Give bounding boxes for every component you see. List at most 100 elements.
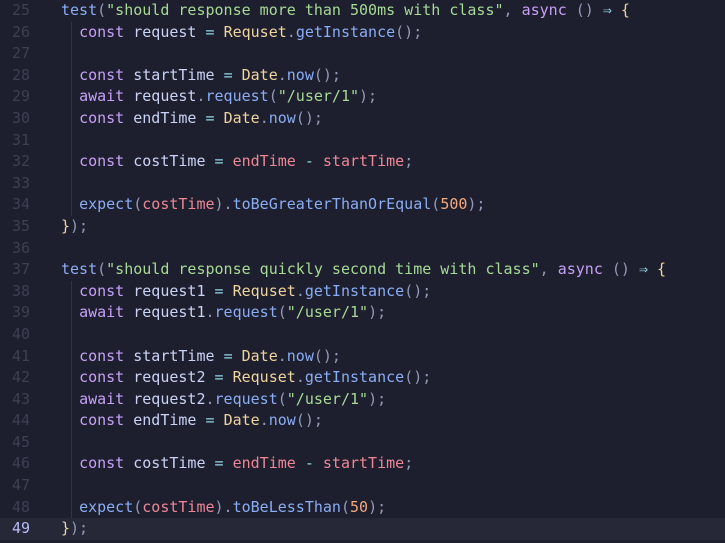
code-token: . <box>295 368 305 387</box>
code-line[interactable]: 41 const startTime = Date.now(); <box>0 345 725 368</box>
code-token: Requset <box>232 281 296 300</box>
code-line[interactable]: 47 <box>0 475 725 497</box>
code-token: ). <box>214 195 233 214</box>
indent-guide <box>71 21 72 44</box>
code-token: request1 <box>124 303 206 322</box>
code-line[interactable]: 34 expect(costTime).toBeGreaterThanOrEqu… <box>0 194 725 216</box>
code-line[interactable]: 45 <box>0 431 725 454</box>
code-line[interactable]: 49}); <box>0 518 725 540</box>
code-token: request <box>205 87 269 106</box>
code-editor[interactable]: 25 test("should response more than 500ms … <box>0 0 725 543</box>
code-line[interactable]: 46 const costTime = endTime - startTime; <box>0 453 725 476</box>
code-text: await request1.request("/user/1"); <box>61 302 725 324</box>
code-line[interactable]: 27 <box>0 43 725 65</box>
code-token: ); <box>359 87 378 106</box>
code-line[interactable]: 32 const costTime = endTime - startTime; <box>0 151 725 173</box>
code-token: request <box>124 87 197 106</box>
code-token: Date <box>223 108 260 127</box>
code-text: const endTime = Date.now(); <box>61 410 725 432</box>
code-line[interactable]: 28 const startTime = Date.now(); <box>0 64 725 87</box>
indent-guide <box>71 129 72 152</box>
code-token: "should response more than 500ms with cl… <box>106 1 504 19</box>
code-line[interactable]: 29 await request.request("/user/1"); <box>0 86 725 108</box>
code-token: now <box>268 411 296 430</box>
code-token: . <box>295 281 305 300</box>
code-token: - <box>304 454 314 473</box>
indent-guide <box>71 431 72 454</box>
code-token: (); <box>313 65 341 84</box>
code-token: ( <box>133 497 143 516</box>
code-token: (); <box>404 368 432 387</box>
code-text: test("should response more than 500ms wi… <box>61 0 725 22</box>
line-number: 35 <box>11 216 30 235</box>
code-line[interactable]: 44 const endTime = Date.now(); <box>0 410 725 432</box>
code-token: ( <box>97 260 107 279</box>
code-line[interactable]: 35}); <box>0 216 725 238</box>
code-token: ( <box>431 195 441 214</box>
code-line[interactable]: 36 <box>0 238 725 260</box>
code-line[interactable]: 26 const request = Requset.getInstance()… <box>0 21 725 44</box>
code-token: ( <box>97 1 107 19</box>
code-text <box>61 475 725 497</box>
indent-guide <box>71 43 72 65</box>
code-text: await request2.request("/user/1"); <box>61 388 725 411</box>
code-token: "/user/1" <box>277 87 360 106</box>
code-token: (); <box>295 411 323 430</box>
code-token: = <box>214 281 224 300</box>
code-token: await <box>79 87 125 106</box>
code-line[interactable]: 48 expect(costTime).toBeLessThan(50); <box>0 496 725 519</box>
code-token: request <box>124 22 206 41</box>
indent-guide <box>71 323 72 346</box>
code-text: const request2 = Requset.getInstance(); <box>61 367 725 389</box>
code-token: costTime <box>142 195 215 214</box>
code-line[interactable]: 43 await request2.request("/user/1"); <box>0 388 725 411</box>
code-token: const <box>79 65 125 84</box>
code-line[interactable]: 40 <box>0 323 725 346</box>
code-token: endTime <box>232 152 296 171</box>
code-line[interactable]: 31 <box>0 129 725 152</box>
code-token: . <box>286 22 296 41</box>
code-token: expect <box>79 195 134 214</box>
indent-guide <box>71 86 72 108</box>
code-token: 50 <box>350 497 369 516</box>
code-token: endTime <box>232 454 296 473</box>
code-line[interactable]: 33 <box>0 172 725 195</box>
code-token: { <box>648 260 667 279</box>
code-token: test <box>61 260 98 279</box>
code-token: = <box>223 65 233 84</box>
code-token: ); <box>70 216 89 235</box>
line-number: 41 <box>11 346 30 365</box>
code-token: request2 <box>124 368 215 387</box>
line-number: 46 <box>11 454 30 473</box>
code-token: getInstance <box>295 22 396 41</box>
code-token: costTime <box>124 454 215 473</box>
code-token: now <box>286 65 314 84</box>
code-line[interactable]: 25 test("should response more than 500ms … <box>0 0 725 22</box>
code-text: const request1 = Requset.getInstance(); <box>61 280 725 303</box>
code-token: request2 <box>124 389 206 408</box>
code-line[interactable]: 39 await request1.request("/user/1"); <box>0 302 725 324</box>
code-token: startTime <box>322 454 405 473</box>
code-token: Date <box>241 346 278 365</box>
code-line[interactable]: 30 const endTime = Date.now(); <box>0 107 725 130</box>
code-line[interactable]: 37 test("should response quickly second t… <box>0 259 725 281</box>
line-number: 47 <box>11 476 30 495</box>
code-token: Requset <box>232 368 296 387</box>
code-token: startTime <box>124 65 224 84</box>
code-token: const <box>79 22 125 41</box>
code-line[interactable]: 38 const request1 = Requset.getInstance(… <box>0 280 725 303</box>
code-token: . <box>277 65 287 84</box>
code-token: toBeGreaterThanOrEqual <box>232 195 432 214</box>
code-token: "should response quickly second time wit… <box>106 260 540 279</box>
code-token: ( <box>268 87 278 106</box>
code-line[interactable]: 42 const request2 = Requset.getInstance(… <box>0 367 725 389</box>
code-token: ); <box>368 389 387 408</box>
code-token: ); <box>70 519 89 538</box>
code-token: () <box>602 260 639 279</box>
code-token: = <box>205 411 215 430</box>
